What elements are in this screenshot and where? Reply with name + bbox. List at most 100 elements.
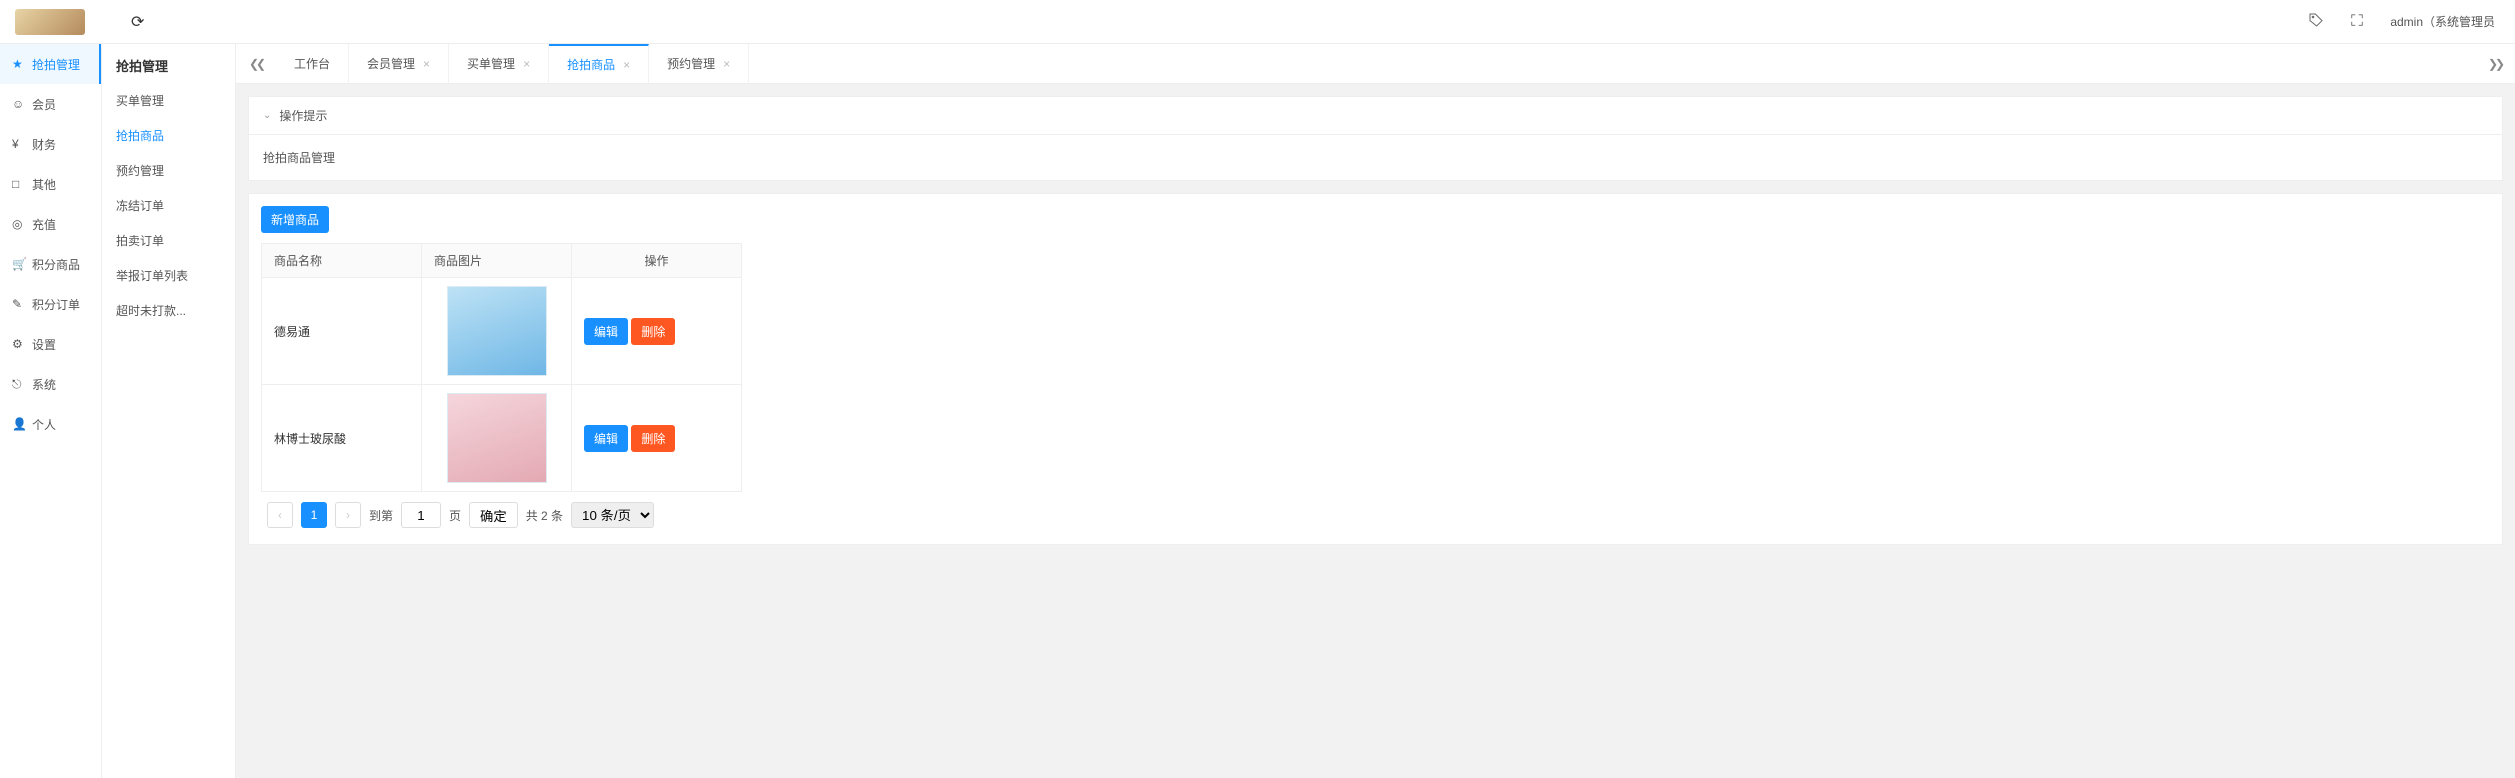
refresh-icon[interactable]: ⟳ (131, 12, 144, 32)
tab-label: 工作台 (294, 55, 330, 72)
hint-body: 抢拍商品管理 (249, 135, 2502, 180)
tabs-collapse-left[interactable]: ❮❮ (236, 44, 276, 83)
mainnav-item-4[interactable]: ◎ 充值 (0, 204, 101, 244)
mainnav-label: 积分订单 (32, 296, 80, 313)
th-image: 商品图片 (422, 244, 572, 278)
cell-ops: 编辑 删除 (572, 385, 742, 492)
tab-label: 抢拍商品 (567, 56, 615, 73)
subnav-item-3[interactable]: 冻结订单 (102, 188, 235, 223)
subnav-item-2[interactable]: 预约管理 (102, 153, 235, 188)
top-right: admin（系统管理员 (2308, 12, 2505, 31)
page-current[interactable]: 1 (301, 502, 327, 528)
mainnav-icon: 🛒 (12, 257, 26, 271)
hint-panel-header[interactable]: ⌄ 操作提示 (249, 97, 2502, 135)
mainnav-item-1[interactable]: ☺ 会员 (0, 84, 101, 124)
page-word: 页 (449, 507, 461, 524)
delete-button[interactable]: 删除 (631, 318, 675, 345)
subnav-item-1[interactable]: 抢拍商品 (102, 118, 235, 153)
page-next[interactable]: › (335, 502, 361, 528)
sub-nav: 买单管理抢拍商品预约管理冻结订单拍卖订单举报订单列表超时未打款... (102, 83, 235, 328)
close-icon[interactable]: × (723, 57, 730, 71)
mainnav-label: 个人 (32, 416, 56, 433)
sub-nav-title: 抢拍管理 (102, 44, 235, 83)
main-nav: ★ 抢拍管理 ☺ 会员 ¥ 财务 □ 其他 ◎ 充值 🛒 积分商品 ✎ 积分订单 ⚙设置 ⎋ 系统 👤 个人 (0, 44, 102, 778)
total-label: 共 2 条 (526, 507, 563, 524)
subnav-item-6[interactable]: 超时未打款... (102, 293, 235, 328)
sub-nav-column: 抢拍管理 买单管理抢拍商品预约管理冻结订单拍卖订单举报订单列表超时未打款... (102, 44, 236, 778)
mainnav-item-0[interactable]: ★ 抢拍管理 (0, 44, 101, 84)
tabs-more-icon[interactable]: ❯❯ (2475, 44, 2515, 83)
page-input[interactable] (401, 502, 441, 528)
fullscreen-icon[interactable] (2350, 13, 2364, 30)
cell-ops: 编辑 删除 (572, 278, 742, 385)
mainnav-icon: ✎ (12, 297, 26, 311)
mainnav-item-2[interactable]: ¥ 财务 (0, 124, 101, 164)
mainnav-icon: □ (12, 177, 26, 191)
mainnav-label: 设置 (32, 336, 56, 353)
mainnav-label: 抢拍管理 (32, 56, 80, 73)
mainnav-label: 财务 (32, 136, 56, 153)
tab-0[interactable]: 工作台 (276, 44, 349, 83)
mainnav-icon: ☺ (12, 97, 26, 111)
cell-image (422, 385, 572, 492)
page-size-select[interactable]: 10 条/页20 条/页50 条/页 (571, 502, 654, 528)
product-image (447, 393, 547, 483)
mainnav-label: 充值 (32, 216, 56, 233)
page-confirm-button[interactable]: 确定 (469, 502, 518, 528)
cell-name: 林博士玻尿酸 (262, 385, 422, 492)
hint-panel: ⌄ 操作提示 抢拍商品管理 (248, 96, 2503, 181)
tab-label: 会员管理 (367, 55, 415, 72)
mainnav-icon: ⎋ (12, 377, 26, 392)
subnav-item-5[interactable]: 举报订单列表 (102, 258, 235, 293)
mainnav-item-6[interactable]: ✎ 积分订单 (0, 284, 101, 324)
close-icon[interactable]: × (523, 57, 530, 71)
mainnav-label: 系统 (32, 376, 56, 393)
mainnav-label: 其他 (32, 176, 56, 193)
product-table: 商品名称 商品图片 操作 德易通编辑 删除林博士玻尿酸编辑 删除 (261, 243, 742, 492)
subnav-item-4[interactable]: 拍卖订单 (102, 223, 235, 258)
tab-2[interactable]: 买单管理 × (449, 44, 549, 83)
tab-label: 买单管理 (467, 55, 515, 72)
subnav-item-0[interactable]: 买单管理 (102, 83, 235, 118)
top-bar: ⟳ admin（系统管理员 (0, 0, 2515, 44)
tab-3[interactable]: 抢拍商品 × (549, 44, 649, 83)
th-name: 商品名称 (262, 244, 422, 278)
product-image (447, 286, 547, 376)
mainnav-icon: ¥ (12, 137, 26, 151)
edit-button[interactable]: 编辑 (584, 425, 628, 452)
cell-image (422, 278, 572, 385)
goto-label: 到第 (369, 507, 393, 524)
mainnav-item-5[interactable]: 🛒 积分商品 (0, 244, 101, 284)
mainnav-item-7[interactable]: ⚙设置 (0, 324, 101, 364)
delete-button[interactable]: 删除 (631, 425, 675, 452)
page-prev[interactable]: ‹ (267, 502, 293, 528)
tab-4[interactable]: 预约管理 × (649, 44, 749, 83)
mainnav-icon: ★ (12, 57, 26, 71)
tab-1[interactable]: 会员管理 × (349, 44, 449, 83)
close-icon[interactable]: × (423, 57, 430, 71)
mainnav-icon: ◎ (12, 217, 26, 231)
tab-label: 预约管理 (667, 55, 715, 72)
mainnav-item-3[interactable]: □ 其他 (0, 164, 101, 204)
mainnav-label: 会员 (32, 96, 56, 113)
user-label[interactable]: admin（系统管理员 (2390, 13, 2495, 30)
mainnav-label: 积分商品 (32, 256, 80, 273)
mainnav-icon: 👤 (12, 417, 26, 431)
close-icon[interactable]: × (623, 58, 630, 72)
table-panel: 新增商品 商品名称 商品图片 操作 德易通编辑 删除林博士玻尿酸编辑 删除 ‹ (248, 193, 2503, 545)
pagination: ‹ 1 › 到第 页 确定 共 2 条 10 条/页20 条/页50 条/页 (261, 492, 2490, 532)
main-area: ❮❮ 工作台 会员管理 × 买单管理 × 抢拍商品 × 预约管理 × ❯❯ ⌄ 操作提示 抢拍商… (236, 44, 2515, 778)
tag-icon[interactable] (2308, 12, 2324, 31)
chevron-down-icon: ⌄ (263, 110, 271, 121)
app-logo (15, 9, 85, 35)
table-row: 林博士玻尿酸 编辑 删除 (262, 385, 742, 492)
hint-title: 操作提示 (279, 107, 327, 124)
th-ops: 操作 (572, 244, 742, 278)
cell-name: 德易通 (262, 278, 422, 385)
edit-button[interactable]: 编辑 (584, 318, 628, 345)
table-row: 德易通 编辑 删除 (262, 278, 742, 385)
mainnav-item-9[interactable]: 👤 个人 (0, 404, 101, 444)
mainnav-item-8[interactable]: ⎋ 系统 (0, 364, 101, 404)
add-product-button[interactable]: 新增商品 (261, 206, 329, 233)
tab-bar: ❮❮ 工作台 会员管理 × 买单管理 × 抢拍商品 × 预约管理 × ❯❯ (236, 44, 2515, 84)
